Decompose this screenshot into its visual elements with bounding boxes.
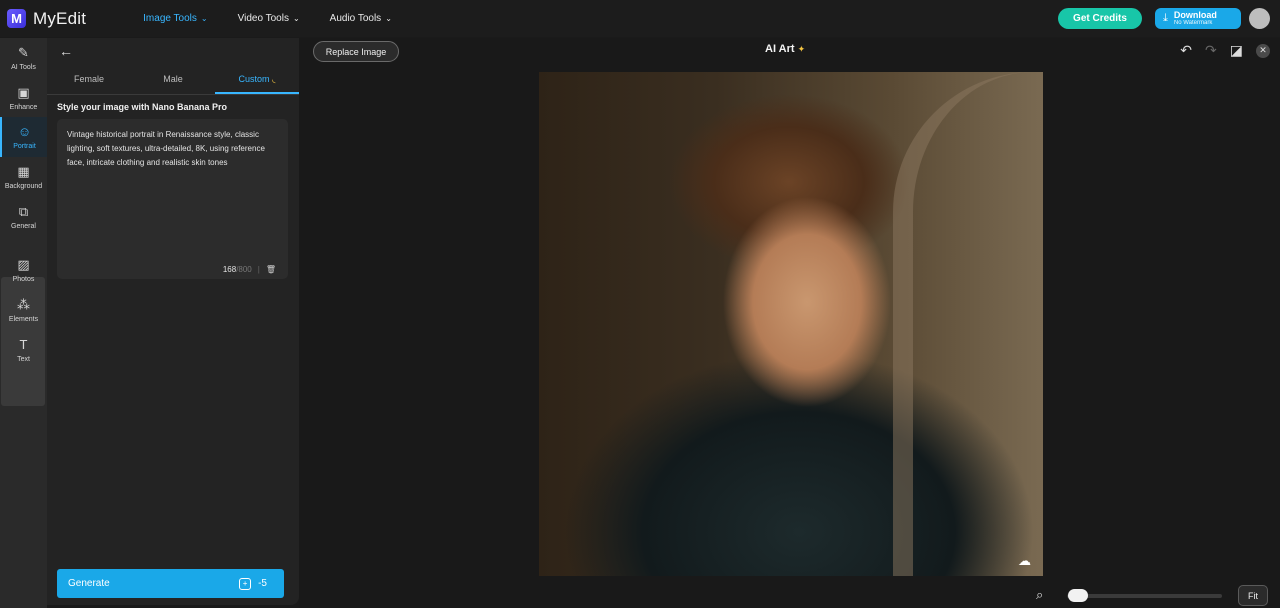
myedit-logo-icon: M	[7, 9, 26, 28]
zoom-icon[interactable]: ⌕	[1036, 587, 1043, 603]
general-icon: ⧉	[18, 203, 29, 219]
avatar[interactable]	[1249, 8, 1270, 29]
section-title: Style your image with Nano Banana Pro	[57, 102, 228, 112]
prompt-textarea[interactable]: Vintage historical portrait in Renaissan…	[57, 119, 288, 279]
image-enhance-icon: ▣	[17, 84, 30, 100]
download-icon: ⤓	[1163, 12, 1168, 24]
rail-item-portrait[interactable]: ☺ Portrait	[0, 117, 47, 157]
redo-icon[interactable]: ↷	[1205, 42, 1217, 59]
rail-item-enhance[interactable]: ▣ Enhance	[0, 78, 47, 118]
portrait-panel: ← Female Male Custom ◟ Style your image …	[47, 38, 299, 605]
tab-male[interactable]: Male	[131, 67, 215, 94]
rail-item-elements[interactable]: ⁂ Elements	[0, 290, 47, 330]
rail-item-ai-tools[interactable]: ✎ AI Tools	[0, 38, 47, 78]
compare-icon[interactable]: ◪	[1230, 42, 1243, 59]
credit-icon: +	[239, 577, 252, 590]
char-count: 168	[222, 265, 237, 274]
character-counter: 168/800 | 🗑	[222, 265, 276, 274]
result-image	[539, 72, 1043, 576]
trash-icon[interactable]: 🗑	[266, 265, 276, 274]
elements-icon: ⁂	[17, 296, 30, 312]
generate-button[interactable]: Generate + -5	[57, 569, 284, 598]
char-max: /800	[236, 265, 252, 274]
back-arrow-icon[interactable]: ←	[59, 43, 73, 59]
chevron-down-icon: ⌄	[200, 14, 208, 23]
rail-item-general[interactable]: ⧉ General	[0, 197, 47, 237]
text-icon: T	[19, 336, 28, 352]
photos-icon: ▨	[17, 256, 30, 272]
banana-icon: ◟	[272, 74, 276, 84]
zoom-slider-track[interactable]	[1067, 594, 1222, 598]
canvas-toolbar: ↶ ↷ ◪ ✕	[1167, 42, 1270, 59]
download-label: Download	[1173, 10, 1217, 20]
sparkle-icon: ✦	[797, 44, 806, 54]
generate-label: Generate	[68, 578, 110, 589]
cloud-save-icon[interactable]: ☁	[1018, 553, 1031, 569]
chevron-down-icon: ⌄	[292, 14, 300, 23]
rail-item-photos[interactable]: ▨ Photos	[0, 250, 47, 290]
style-tabs: Female Male Custom ◟	[47, 67, 299, 95]
credit-cost: + -5	[239, 577, 267, 590]
download-button[interactable]: ⤓ Download No Watermark	[1155, 8, 1241, 29]
download-sublabel: No Watermark	[1173, 20, 1213, 26]
nav-audio-tools[interactable]: Audio Tools ⌄	[330, 13, 392, 24]
app-logo[interactable]: M MyEdit	[7, 9, 86, 29]
undo-icon[interactable]: ↶	[1180, 42, 1192, 59]
header-actions: Get Credits ⤓ Download No Watermark	[1058, 0, 1280, 37]
top-bar: M MyEdit Image Tools ⌄ Video Tools ⌄ Audio…	[0, 0, 1280, 37]
zoom-slider-thumb[interactable]	[1068, 589, 1088, 602]
left-rail: ✎ AI Tools ▣ Enhance ☺ Portrait ▦ Backgr…	[0, 38, 47, 608]
magic-wand-icon: ✎	[18, 44, 29, 60]
rail-item-background[interactable]: ▦ Background	[0, 157, 47, 197]
document-title: AI Art ✦	[765, 43, 806, 55]
nav-video-tools[interactable]: Video Tools ⌄	[238, 13, 300, 24]
replace-image-button[interactable]: Replace Image	[313, 41, 399, 62]
rail-item-text[interactable]: T Text	[0, 330, 47, 370]
portrait-icon: ☺	[17, 123, 32, 139]
app-name: MyEdit	[33, 8, 87, 28]
main-nav: Image Tools ⌄ Video Tools ⌄ Audio Tools ⌄	[143, 13, 422, 24]
fit-button[interactable]: Fit	[1238, 585, 1268, 606]
close-icon[interactable]: ✕	[1256, 43, 1270, 58]
background-icon: ▦	[17, 163, 30, 179]
tab-custom[interactable]: Custom ◟	[215, 67, 299, 94]
prompt-text: Vintage historical portrait in Renaissan…	[67, 130, 265, 167]
image-arch-detail	[893, 72, 1043, 576]
chevron-down-icon: ⌄	[385, 14, 392, 23]
tab-female[interactable]: Female	[47, 67, 131, 94]
nav-image-tools[interactable]: Image Tools ⌄	[143, 13, 207, 24]
get-credits-button[interactable]: Get Credits	[1058, 8, 1142, 29]
